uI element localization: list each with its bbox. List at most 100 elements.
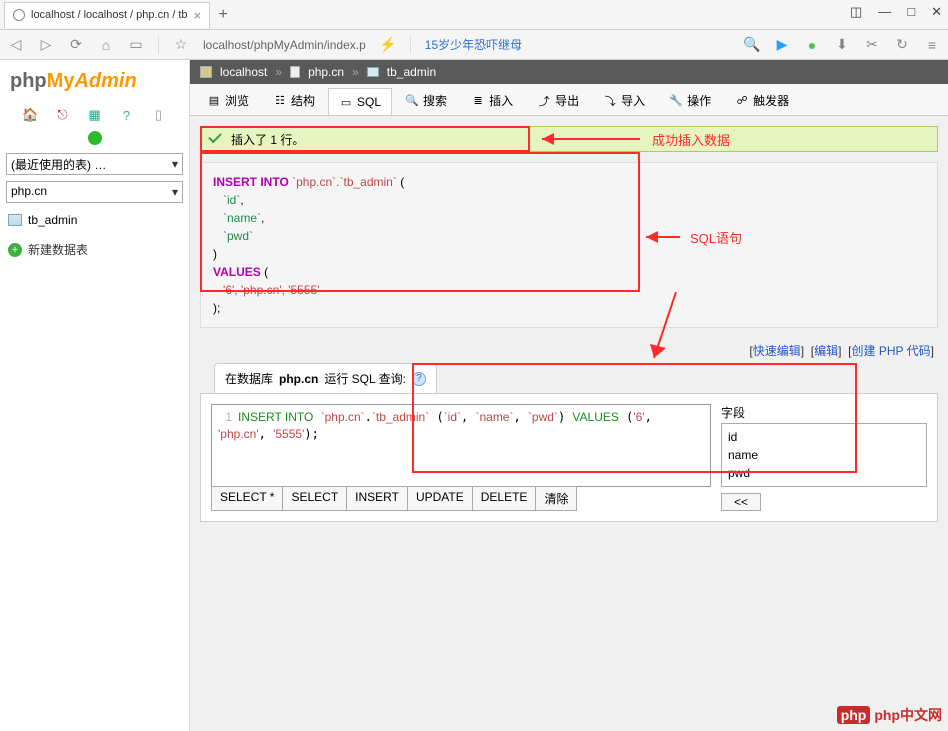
separator xyxy=(158,36,159,54)
tab-insert[interactable]: ≣插入 xyxy=(460,85,524,115)
create-table-label: 新建数据表 xyxy=(28,241,88,258)
help-icon[interactable]: ? xyxy=(119,107,135,123)
tab-sql[interactable]: ▭SQL xyxy=(328,88,392,115)
update-button[interactable]: UPDATE xyxy=(408,486,473,511)
table-icon xyxy=(8,214,22,226)
logo-my: My xyxy=(47,70,75,92)
operations-icon: 🔧 xyxy=(669,94,683,108)
sql-title-pre: 在数据库 xyxy=(225,370,273,387)
news-headline[interactable]: 15岁少年恐吓继母 xyxy=(425,36,522,53)
breadcrumb-server[interactable]: localhost xyxy=(220,65,267,79)
inline-edit-link[interactable]: 快速编辑 xyxy=(753,344,801,358)
database-select[interactable]: php.cn xyxy=(6,181,183,203)
back-icon[interactable]: ◁ xyxy=(8,37,24,53)
chat-icon[interactable]: ● xyxy=(804,37,820,53)
flash-icon: ⚡ xyxy=(380,37,396,53)
docs-icon[interactable]: ▯ xyxy=(151,107,167,123)
sql-obj: `php.cn`.`tb_admin` xyxy=(292,175,397,189)
star-icon[interactable]: ☆ xyxy=(173,37,189,53)
insert-field-button[interactable]: << xyxy=(721,493,761,511)
tab-triggers[interactable]: ☍ 触发器 xyxy=(724,85,800,115)
window-minimize-icon[interactable]: — xyxy=(878,4,891,20)
window-maximize-icon[interactable]: □ xyxy=(907,4,915,20)
play-icon[interactable]: ▶ xyxy=(774,37,790,53)
bracket: ] xyxy=(838,344,841,358)
sql-text: ( xyxy=(264,265,268,279)
select-button[interactable]: SELECT xyxy=(283,486,347,511)
search-icon: 🔍 xyxy=(405,94,419,108)
sql-icon[interactable]: ▦ xyxy=(87,107,103,123)
sidebar: phpMyAdmin 🏠 ⎋ ▦ ? ▯ (最近使用的表) … php.cn t… xyxy=(0,60,190,731)
sql-run-title: 在数据库 php.cn 运行 SQL 查询: ? xyxy=(214,363,437,393)
browser-tab[interactable]: localhost / localhost / php.cn / tb × xyxy=(4,2,210,28)
success-message: 插入了 1 行。 xyxy=(200,126,938,152)
home-icon[interactable]: 🏠 xyxy=(23,107,39,123)
forward-icon[interactable]: ▷ xyxy=(38,37,54,53)
tab-export[interactable]: ⤴导出 xyxy=(526,85,590,115)
line-number: 1 xyxy=(218,409,232,426)
undo-icon[interactable]: ↻ xyxy=(894,37,910,53)
edit-link[interactable]: 编辑 xyxy=(814,344,838,358)
tab-label: 导入 xyxy=(621,92,645,109)
help-icon[interactable]: ? xyxy=(412,372,426,386)
sql-kw: INSERT INTO xyxy=(213,175,289,189)
close-icon[interactable]: × xyxy=(194,8,202,23)
edit-links: [快速编辑] [编辑] [创建 PHP 代码] xyxy=(190,338,948,363)
tab-import[interactable]: ⤵导入 xyxy=(592,85,656,115)
sql-editor[interactable]: 1INSERT INTO `php.cn`.`tb_admin` (`id`, … xyxy=(211,404,711,487)
tab-label: SQL xyxy=(357,95,381,109)
chevron-icon: » xyxy=(352,65,359,79)
delete-button[interactable]: DELETE xyxy=(473,486,537,511)
annotation-text: 成功插入数据 xyxy=(652,130,730,149)
field-item[interactable]: id xyxy=(728,428,920,446)
reload-icon[interactable]: ⟳ xyxy=(68,37,84,53)
logo-php: php xyxy=(10,70,47,92)
table-tree-item[interactable]: tb_admin xyxy=(6,209,183,231)
tab-label: 搜索 xyxy=(423,92,447,109)
bracket: ] xyxy=(801,344,804,358)
php-badge-icon: php xyxy=(837,706,871,724)
triggers-icon: ☍ xyxy=(735,94,749,108)
create-table-button[interactable]: + 新建数据表 xyxy=(6,237,183,262)
menu-icon[interactable]: ≡ xyxy=(924,37,940,53)
main-area: localhost » php.cn » tb_admin ▤浏览 ☷结构 ▭S… xyxy=(190,60,948,731)
home-icon[interactable]: ⌂ xyxy=(98,37,114,53)
phpmyadmin-logo: phpMyAdmin xyxy=(6,68,183,101)
field-item[interactable]: name xyxy=(728,446,920,464)
insert-button[interactable]: INSERT xyxy=(347,486,408,511)
logout-icon[interactable]: ⎋ xyxy=(55,107,71,123)
tab-label: 触发器 xyxy=(753,92,789,109)
tab-browse[interactable]: ▤浏览 xyxy=(196,85,260,115)
breadcrumb-database[interactable]: php.cn xyxy=(308,65,344,79)
breadcrumb-table[interactable]: tb_admin xyxy=(387,65,436,79)
tab-label: 结构 xyxy=(291,92,315,109)
server-icon xyxy=(200,66,212,78)
globe-icon xyxy=(13,9,25,21)
window-pin-icon[interactable]: ◫ xyxy=(850,4,862,20)
reader-icon[interactable]: ▭ xyxy=(128,37,144,53)
window-close-icon[interactable]: ✕ xyxy=(931,4,942,20)
select-star-button[interactable]: SELECT * xyxy=(211,486,283,511)
cut-icon[interactable]: ✂ xyxy=(864,37,880,53)
download-icon[interactable]: ⬇ xyxy=(834,37,850,53)
fields-list[interactable]: id name pwd xyxy=(721,423,927,487)
watermark-text: php中文网 xyxy=(874,705,942,725)
field-item[interactable]: pwd xyxy=(728,464,920,482)
sql-preview: INSERT INTO `php.cn`.`tb_admin` ( `id`, … xyxy=(200,162,938,328)
export-icon: ⤴ xyxy=(537,94,551,108)
insert-icon: ≣ xyxy=(471,94,485,108)
recent-tables-select[interactable]: (最近使用的表) … xyxy=(6,153,183,175)
search-icon[interactable]: 🔍 xyxy=(744,37,760,53)
new-tab-button[interactable]: + xyxy=(210,2,236,28)
tab-search[interactable]: 🔍 搜索 xyxy=(394,85,458,115)
tab-label: 操作 xyxy=(687,92,711,109)
clear-button[interactable]: 清除 xyxy=(536,486,577,511)
create-php-code-link[interactable]: 创建 PHP 代码 xyxy=(852,344,931,358)
reload-nav-icon[interactable] xyxy=(88,131,102,145)
tab-operations[interactable]: 🔧 操作 xyxy=(658,85,722,115)
success-text: 插入了 1 行。 xyxy=(231,131,304,148)
address-bar[interactable]: localhost/phpMyAdmin/index.p xyxy=(203,38,366,52)
tab-structure[interactable]: ☷结构 xyxy=(262,85,326,115)
sql-text: ) xyxy=(213,245,925,263)
table-icon xyxy=(367,67,379,77)
